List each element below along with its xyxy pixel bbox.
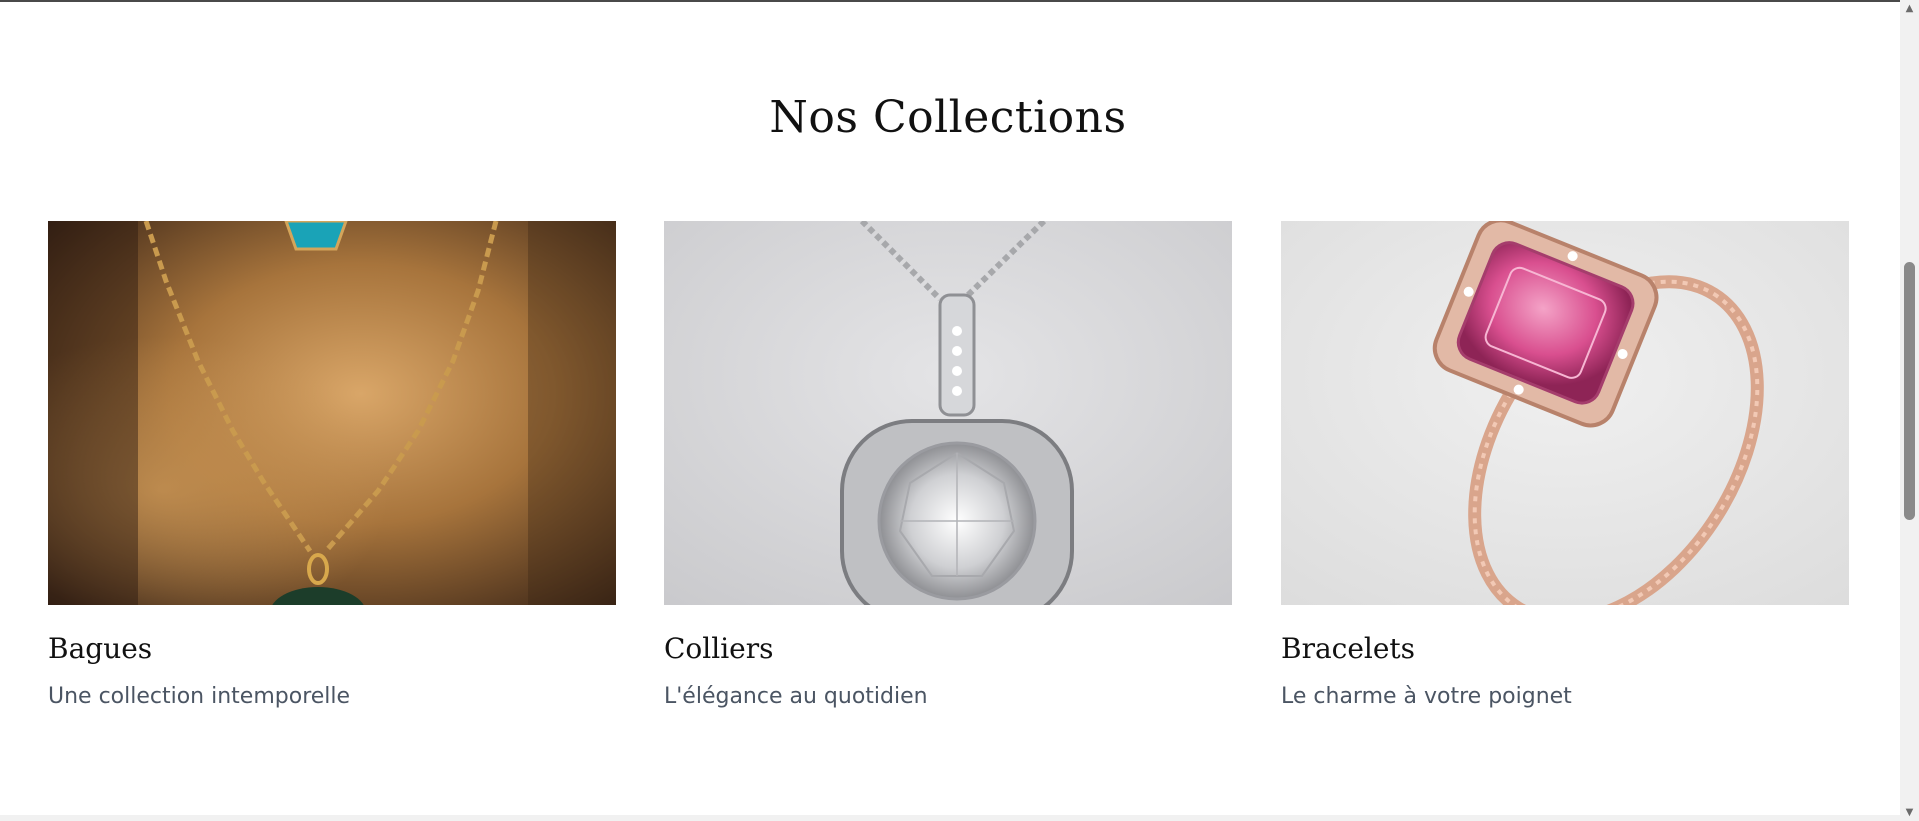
collection-title-bagues[interactable]: Bagues	[48, 632, 616, 666]
collection-title-colliers[interactable]: Colliers	[664, 632, 1232, 666]
section-title: Nos Collections	[769, 92, 1127, 143]
collection-card-bagues[interactable]: Bagues Une collection intemporelle	[48, 221, 616, 710]
collection-image-bracelets[interactable]	[1281, 221, 1849, 605]
scroll-up-icon[interactable]: ▲	[1900, 0, 1919, 17]
horizontal-scrollbar-track	[0, 815, 1900, 821]
collection-image-bagues[interactable]	[48, 221, 616, 605]
collections-page: Nos Collections Bagues Une collection in…	[0, 0, 1919, 821]
header-divider	[0, 0, 1900, 2]
collection-subtitle-bagues: Une collection intemporelle	[48, 683, 351, 709]
scrollbar-thumb[interactable]	[1904, 262, 1915, 520]
collection-card-colliers[interactable]: Colliers L'élégance au quotidien	[664, 221, 1232, 710]
pink-gem-ring-photo-icon	[1281, 221, 1849, 605]
scroll-down-icon[interactable]: ▼	[1900, 804, 1919, 821]
diamond-pendant-photo-icon	[664, 221, 1232, 605]
collection-image-colliers[interactable]	[664, 221, 1232, 605]
collection-subtitle-bracelets: Le charme à votre poignet	[1281, 683, 1572, 709]
collection-title-bracelets[interactable]: Bracelets	[1281, 632, 1849, 666]
collection-subtitle-colliers: L'élégance au quotidien	[664, 683, 928, 709]
necklace-chain-photo-icon	[48, 221, 616, 605]
collection-card-bracelets[interactable]: Bracelets Le charme à votre poignet	[1281, 221, 1849, 710]
vertical-scrollbar[interactable]: ▲ ▼	[1900, 0, 1919, 821]
